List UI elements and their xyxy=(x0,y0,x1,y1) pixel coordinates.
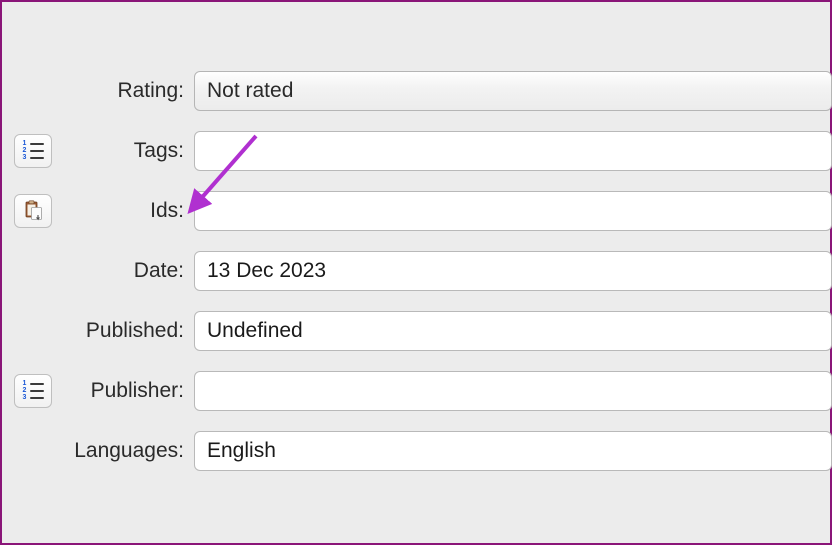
ordered-list-icon: 1 2 3 xyxy=(22,382,44,400)
clipboard-paste-icon xyxy=(22,200,44,222)
tags-row: 1 2 3 Tags: xyxy=(2,130,830,172)
tags-manage-button[interactable]: 1 2 3 xyxy=(14,134,52,168)
publisher-input[interactable] xyxy=(194,371,832,411)
ids-row: Ids: xyxy=(2,190,830,232)
languages-input[interactable] xyxy=(194,431,832,471)
ordered-list-icon: 1 2 3 xyxy=(22,142,44,160)
published-row: Published: xyxy=(2,310,830,352)
publisher-row: 1 2 3 Publisher: xyxy=(2,370,830,412)
rating-label: Rating: xyxy=(64,79,194,103)
publisher-label: Publisher: xyxy=(64,379,194,403)
ids-label: Ids: xyxy=(64,199,194,223)
rating-row: Rating: Not rated xyxy=(2,70,830,112)
ids-paste-button[interactable] xyxy=(14,194,52,228)
rating-value: Not rated xyxy=(207,79,293,103)
languages-row: Languages: xyxy=(2,430,830,472)
publisher-manage-button[interactable]: 1 2 3 xyxy=(14,374,52,408)
date-input[interactable] xyxy=(194,251,832,291)
tags-input[interactable] xyxy=(194,131,832,171)
date-row: Date: xyxy=(2,250,830,292)
published-input[interactable] xyxy=(194,311,832,351)
metadata-form: Rating: Not rated 1 2 3 Tags: xyxy=(2,2,830,472)
date-label: Date: xyxy=(64,259,194,283)
tags-label: Tags: xyxy=(64,139,194,163)
languages-label: Languages: xyxy=(64,439,194,463)
rating-select[interactable]: Not rated xyxy=(194,71,832,111)
ids-input[interactable] xyxy=(194,191,832,231)
published-label: Published: xyxy=(64,319,194,343)
